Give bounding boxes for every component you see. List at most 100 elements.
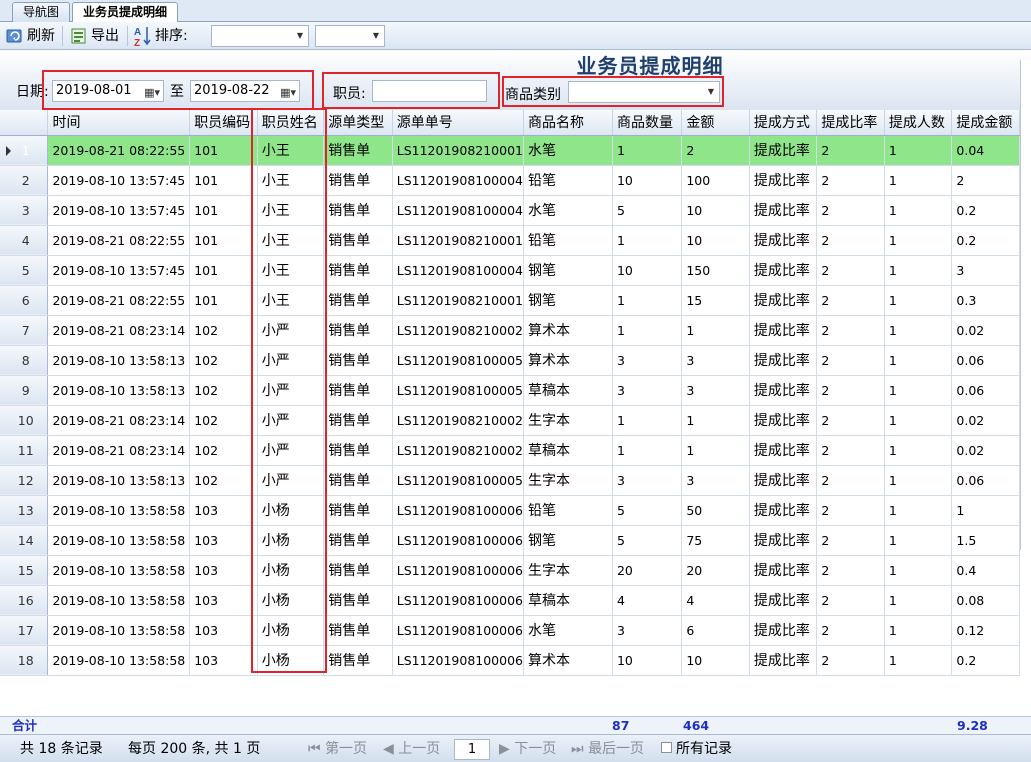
table-cell[interactable]: 2019-08-21 08:22:55 (47, 285, 191, 316)
table-cell[interactable]: 1 (884, 135, 953, 166)
table-cell[interactable]: 103 (189, 645, 258, 676)
table-cell[interactable]: 1 (612, 225, 683, 256)
table-cell[interactable]: 1 (884, 645, 953, 676)
table-cell[interactable]: 提成比率 (749, 285, 818, 316)
table-cell[interactable]: 1 (884, 315, 953, 346)
table-cell[interactable]: 1 (884, 285, 953, 316)
table-cell[interactable]: 2 (951, 165, 1020, 196)
table-cell[interactable]: 提成比率 (749, 315, 818, 346)
table-cell[interactable]: 铅笔 (523, 165, 613, 196)
table-row[interactable]: 12 2019-08-10 13:58:13 102 小严 销售单 LS112019081… (0, 465, 1020, 496)
col-header-source-no[interactable]: 源单单号 (392, 110, 525, 136)
table-cell[interactable]: 1 (951, 495, 1020, 526)
col-header-time[interactable]: 时间 (47, 110, 191, 136)
table-cell[interactable]: 2019-08-21 08:23:14 (47, 315, 191, 346)
table-cell[interactable]: 1 (884, 585, 953, 616)
table-cell[interactable]: 2019-08-10 13:58:13 (47, 375, 191, 406)
first-page-button[interactable]: ⏮ 第一页 (308, 740, 367, 758)
table-cell[interactable]: LS11201908100005 (392, 345, 525, 376)
table-cell[interactable]: 2019-08-10 13:58:13 (47, 465, 191, 496)
table-cell[interactable]: 10 (681, 225, 750, 256)
table-cell[interactable]: 2019-08-10 13:57:45 (47, 255, 191, 286)
table-cell[interactable]: 5 (612, 495, 683, 526)
tab-navigation[interactable]: 导航图 (12, 2, 71, 22)
prev-page-button[interactable]: ◀ 上一页 (383, 740, 440, 758)
table-cell[interactable]: 提成比率 (749, 405, 818, 436)
table-cell[interactable]: 算术本 (523, 315, 613, 346)
row-number[interactable]: 2 (0, 165, 49, 196)
table-cell[interactable]: 101 (189, 285, 258, 316)
table-cell[interactable]: 销售单 (323, 495, 393, 526)
table-cell[interactable]: 提成比率 (749, 435, 818, 466)
table-row[interactable]: 7 2019-08-21 08:23:14 102 小严 销售单 LS1120190821… (0, 315, 1020, 346)
table-cell[interactable]: 铅笔 (523, 495, 613, 526)
table-row[interactable]: 5 2019-08-10 13:57:45 101 小王 销售单 LS1120190810… (0, 255, 1020, 286)
table-cell[interactable]: 销售单 (323, 555, 393, 586)
table-cell[interactable]: 4 (612, 585, 683, 616)
table-cell[interactable]: LS11201908100004 (392, 195, 525, 226)
table-row[interactable]: 6 2019-08-21 08:22:55 101 小王 销售单 LS1120190821… (0, 285, 1020, 316)
table-cell[interactable]: LS11201908100005 (392, 465, 525, 496)
table-cell[interactable]: 3 (612, 345, 683, 376)
table-cell[interactable]: 草稿本 (523, 435, 613, 466)
table-cell[interactable]: 1 (884, 465, 953, 496)
table-cell[interactable]: 3 (681, 465, 750, 496)
all-records-button[interactable]: 所有记录 (661, 740, 732, 758)
table-cell[interactable]: 2019-08-10 13:57:45 (47, 165, 191, 196)
table-cell[interactable]: 提成比率 (749, 495, 818, 526)
table-cell[interactable]: 3 (612, 375, 683, 406)
table-cell[interactable]: LS11201908210001 (392, 225, 525, 256)
table-cell[interactable]: 3 (951, 255, 1020, 286)
table-cell[interactable]: 销售单 (323, 585, 393, 616)
table-cell[interactable]: 销售单 (323, 135, 393, 166)
table-cell[interactable]: 销售单 (323, 405, 393, 436)
table-cell[interactable]: 102 (189, 435, 258, 466)
table-cell[interactable]: 0.2 (951, 645, 1020, 676)
table-cell[interactable]: 水笔 (523, 135, 613, 166)
table-cell[interactable]: 5 (612, 525, 683, 556)
table-cell[interactable]: 销售单 (323, 285, 393, 316)
table-cell[interactable]: 1 (884, 375, 953, 406)
table-cell[interactable]: 生字本 (523, 555, 613, 586)
tab-commission-detail[interactable]: 业务员提成明细 (72, 2, 179, 23)
table-cell[interactable]: 2 (816, 525, 885, 556)
table-cell[interactable]: 提成比率 (749, 255, 818, 286)
table-cell[interactable]: 提成比率 (749, 465, 818, 496)
table-cell[interactable]: 1 (681, 435, 750, 466)
table-cell[interactable]: 6 (681, 615, 750, 646)
table-cell[interactable]: 0.06 (951, 345, 1020, 376)
table-cell[interactable]: 0.06 (951, 375, 1020, 406)
table-cell[interactable]: 10 (681, 645, 750, 676)
table-cell[interactable]: 1 (884, 495, 953, 526)
row-number[interactable]: 17 (0, 615, 49, 646)
table-cell[interactable]: 103 (189, 525, 258, 556)
table-cell[interactable]: 2 (816, 585, 885, 616)
table-cell[interactable]: 5 (612, 195, 683, 226)
table-cell[interactable]: 50 (681, 495, 750, 526)
table-cell[interactable]: 1 (884, 615, 953, 646)
table-cell[interactable]: 算术本 (523, 345, 613, 376)
row-number[interactable]: 9 (0, 375, 49, 406)
table-cell[interactable]: 1 (681, 405, 750, 436)
table-row[interactable]: 13 2019-08-10 13:58:58 103 小杨 销售单 LS112019081… (0, 495, 1020, 526)
table-cell[interactable]: 销售单 (323, 315, 393, 346)
sort-order-select[interactable]: ▼ (315, 25, 385, 47)
table-row[interactable]: 14 2019-08-10 13:58:58 103 小杨 销售单 LS112019081… (0, 525, 1020, 556)
table-cell[interactable]: 提成比率 (749, 585, 818, 616)
table-row[interactable]: 8 2019-08-10 13:58:13 102 小严 销售单 LS1120190810… (0, 345, 1020, 376)
table-cell[interactable]: 2019-08-10 13:57:45 (47, 195, 191, 226)
last-page-button[interactable]: ⏭ 最后一页 (571, 740, 644, 758)
table-cell[interactable]: 3 (681, 375, 750, 406)
table-cell[interactable]: LS11201908100004 (392, 165, 525, 196)
col-header-staff-code[interactable]: 职员编码 (189, 110, 258, 136)
table-cell[interactable]: LS11201908100006 (392, 495, 525, 526)
table-cell[interactable]: 提成比率 (749, 525, 818, 556)
table-cell[interactable]: 2 (816, 255, 885, 286)
table-cell[interactable]: 2 (816, 495, 885, 526)
table-cell[interactable]: 0.02 (951, 315, 1020, 346)
table-cell[interactable]: 2 (816, 135, 885, 166)
table-cell[interactable]: 103 (189, 585, 258, 616)
sort-button[interactable]: A Z 排序: (134, 25, 188, 47)
table-cell[interactable]: 3 (612, 465, 683, 496)
table-cell[interactable]: 销售单 (323, 615, 393, 646)
